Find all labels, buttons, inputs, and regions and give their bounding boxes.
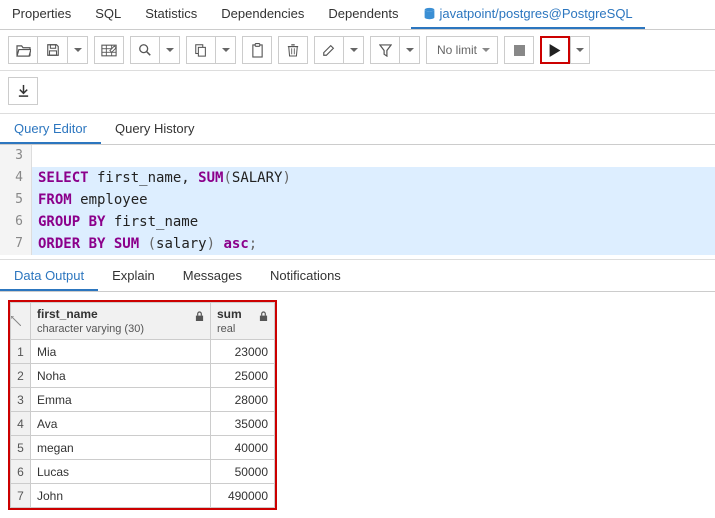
tab-dependents[interactable]: Dependents xyxy=(316,0,410,29)
panel-tabs: Properties SQL Statistics Dependencies D… xyxy=(0,0,715,30)
execute-button[interactable] xyxy=(542,38,568,62)
tab-data-output[interactable]: Data Output xyxy=(0,260,98,291)
cell-first-name[interactable]: Mia xyxy=(31,340,211,364)
tab-connection[interactable]: javatpoint/postgres@PostgreSQL xyxy=(411,0,645,29)
tab-notifications[interactable]: Notifications xyxy=(256,260,355,291)
table-row[interactable]: 6Lucas50000 xyxy=(11,460,275,484)
tab-sql[interactable]: SQL xyxy=(83,0,133,29)
line-number: 4 xyxy=(0,167,32,189)
cell-sum[interactable]: 25000 xyxy=(211,364,275,388)
edit-dropdown[interactable] xyxy=(344,36,364,64)
lock-icon xyxy=(195,311,204,322)
col-type: real xyxy=(217,323,235,335)
row-number: 2 xyxy=(11,364,31,388)
sql-editor[interactable]: 3 4SELECT first_name, SUM(SALARY) 5FROM … xyxy=(0,145,715,255)
row-number: 5 xyxy=(11,436,31,460)
paste-button[interactable] xyxy=(242,36,272,64)
database-icon xyxy=(423,7,436,20)
download-button[interactable] xyxy=(8,77,38,105)
line-number: 6 xyxy=(0,211,32,233)
row-number: 3 xyxy=(11,388,31,412)
delete-button[interactable] xyxy=(278,36,308,64)
col-name: first_name xyxy=(37,307,204,321)
cell-sum[interactable]: 28000 xyxy=(211,388,275,412)
rownum-header[interactable] xyxy=(11,303,31,340)
row-number: 4 xyxy=(11,412,31,436)
table-row[interactable]: 1Mia23000 xyxy=(11,340,275,364)
cell-first-name[interactable]: Emma xyxy=(31,388,211,412)
chevron-down-icon xyxy=(406,48,414,56)
result-grid-area: first_name character varying (30) sum re… xyxy=(0,292,715,513)
cell-first-name[interactable]: Ava xyxy=(31,412,211,436)
tab-query-editor[interactable]: Query Editor xyxy=(0,114,101,144)
result-highlight: first_name character varying (30) sum re… xyxy=(8,300,277,510)
filter-dropdown[interactable] xyxy=(400,36,420,64)
cell-first-name[interactable]: John xyxy=(31,484,211,508)
cell-sum[interactable]: 490000 xyxy=(211,484,275,508)
tab-explain[interactable]: Explain xyxy=(98,260,169,291)
line-number: 3 xyxy=(0,145,32,167)
edit-button[interactable] xyxy=(314,36,344,64)
table-row[interactable]: 2Noha25000 xyxy=(11,364,275,388)
col-first-name[interactable]: first_name character varying (30) xyxy=(31,303,211,340)
col-sum[interactable]: sum real xyxy=(211,303,275,340)
cell-sum[interactable]: 40000 xyxy=(211,436,275,460)
save-dropdown[interactable] xyxy=(68,36,88,64)
copy-dropdown[interactable] xyxy=(216,36,236,64)
cell-first-name[interactable]: Lucas xyxy=(31,460,211,484)
limit-select[interactable]: No limit xyxy=(426,36,498,64)
table-row[interactable]: 5megan40000 xyxy=(11,436,275,460)
chevron-down-icon xyxy=(350,48,358,56)
execute-highlight xyxy=(540,36,570,64)
filter-button[interactable] xyxy=(370,36,400,64)
result-tab-bar: Data Output Explain Messages Notificatio… xyxy=(0,260,715,292)
table-row[interactable]: 3Emma28000 xyxy=(11,388,275,412)
tab-query-history[interactable]: Query History xyxy=(101,114,208,144)
find-button[interactable] xyxy=(130,36,160,64)
query-tab-bar: Query Editor Query History xyxy=(0,114,715,145)
connection-label: javatpoint/postgres@PostgreSQL xyxy=(440,6,633,21)
line-number: 7 xyxy=(0,233,32,255)
edit-grid-button[interactable] xyxy=(94,36,124,64)
tab-messages[interactable]: Messages xyxy=(169,260,256,291)
chevron-down-icon xyxy=(166,48,174,56)
result-grid: first_name character varying (30) sum re… xyxy=(10,302,275,508)
stop-button[interactable] xyxy=(504,36,534,64)
execute-dropdown[interactable] xyxy=(570,36,590,64)
find-dropdown[interactable] xyxy=(160,36,180,64)
tab-dependencies[interactable]: Dependencies xyxy=(209,0,316,29)
cell-sum[interactable]: 50000 xyxy=(211,460,275,484)
save-button[interactable] xyxy=(38,36,68,64)
line-number: 5 xyxy=(0,189,32,211)
chevron-down-icon xyxy=(74,48,82,56)
table-row[interactable]: 7John490000 xyxy=(11,484,275,508)
toolbar: No limit xyxy=(0,30,715,71)
col-type: character varying (30) xyxy=(37,323,144,335)
row-number: 1 xyxy=(11,340,31,364)
chevron-down-icon xyxy=(576,48,584,56)
row-number: 6 xyxy=(11,460,31,484)
toolbar-row2 xyxy=(0,71,715,114)
tab-properties[interactable]: Properties xyxy=(0,0,83,29)
row-number: 7 xyxy=(11,484,31,508)
chevron-down-icon xyxy=(222,48,230,56)
cell-sum[interactable]: 23000 xyxy=(211,340,275,364)
open-file-button[interactable] xyxy=(8,36,38,64)
cell-first-name[interactable]: Noha xyxy=(31,364,211,388)
table-row[interactable]: 4Ava35000 xyxy=(11,412,275,436)
tab-statistics[interactable]: Statistics xyxy=(133,0,209,29)
cell-sum[interactable]: 35000 xyxy=(211,412,275,436)
lock-icon xyxy=(259,311,268,322)
copy-button[interactable] xyxy=(186,36,216,64)
cell-first-name[interactable]: megan xyxy=(31,436,211,460)
